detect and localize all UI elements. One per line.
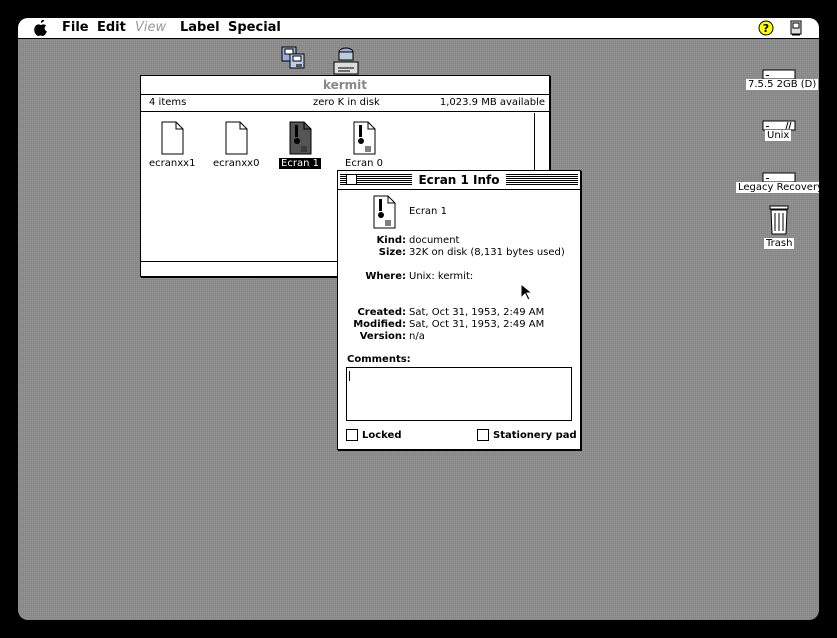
svg-text:?: ? xyxy=(763,22,769,35)
info-file-name[interactable]: Ecran 1 xyxy=(409,206,447,217)
file-icon-ecran-0[interactable]: Ecran 0 xyxy=(339,121,389,169)
document-icon xyxy=(161,121,184,155)
item-count: 4 items xyxy=(149,97,187,108)
created-label: Created: xyxy=(357,307,406,318)
mouse-pointer-icon xyxy=(520,282,534,305)
where-value: Unix: kermit: xyxy=(409,271,474,282)
kind-label: Kind: xyxy=(376,235,406,246)
locked-checkbox-box[interactable] xyxy=(346,429,358,441)
stationery-checkbox-box[interactable] xyxy=(477,429,489,441)
file-graphic-icon xyxy=(370,195,398,233)
comments-field[interactable] xyxy=(346,367,572,421)
disk1-label[interactable]: 7.5.5 2GB (D) xyxy=(746,79,819,90)
size-value: 32K on disk (8,131 bytes used) xyxy=(409,247,565,258)
file-label: Ecran 0 xyxy=(345,158,383,169)
desktop: File Edit View Label Special ? kermit 4 … xyxy=(18,18,819,620)
available-space: 1,023.9 MB available xyxy=(439,97,545,108)
text-cursor xyxy=(349,371,350,381)
modified-label: Modified: xyxy=(353,319,406,330)
menu-view[interactable]: View xyxy=(135,20,166,35)
file-label-selected: Ecran 1 xyxy=(279,158,321,169)
disk3-label[interactable]: Legacy Recovery xyxy=(736,182,819,193)
apple-menu-icon[interactable] xyxy=(34,19,48,40)
size-label: Size: xyxy=(378,247,406,258)
menu-edit[interactable]: Edit xyxy=(97,20,126,35)
file-label: ecranxx1 xyxy=(149,158,196,169)
locked-checkbox[interactable]: Locked xyxy=(346,429,402,441)
where-label: Where: xyxy=(365,271,406,282)
menu-label[interactable]: Label xyxy=(180,20,220,35)
version-label: Version: xyxy=(359,331,406,342)
document-icon xyxy=(225,121,248,155)
stationery-checkbox[interactable]: Stationery pad xyxy=(477,429,577,441)
trash-label[interactable]: Trash xyxy=(764,238,795,249)
file-label: ecranxx0 xyxy=(213,158,260,169)
file-icon-ecranxx1[interactable]: ecranxx1 xyxy=(147,121,197,169)
disk2-label[interactable]: Unix xyxy=(765,130,792,141)
modified-value: Sat, Oct 31, 1953, 2:49 AM xyxy=(409,319,545,330)
file-icon-ecranxx0[interactable]: ecranxx0 xyxy=(211,121,261,169)
disk-usage: zero K in disk xyxy=(313,97,380,108)
menu-bar: File Edit View Label Special ? xyxy=(18,18,819,39)
finder-title-bar[interactable]: kermit xyxy=(141,76,549,95)
stationery-label: Stationery pad xyxy=(493,430,577,441)
info-window-title: Ecran 1 Info xyxy=(412,173,506,187)
created-value: Sat, Oct 31, 1953, 2:49 AM xyxy=(409,307,545,318)
info-window[interactable]: Ecran 1 Info Ecran 1 Kind: document Size… xyxy=(337,170,581,450)
graphic-document-icon xyxy=(353,121,376,155)
locked-label: Locked xyxy=(362,430,402,441)
trash-icon[interactable] xyxy=(767,204,791,240)
version-value: n/a xyxy=(409,331,425,342)
application-menu-icon[interactable] xyxy=(788,20,804,36)
info-title-bar[interactable]: Ecran 1 Info xyxy=(338,171,580,190)
file-icon-ecran-1[interactable]: Ecran 1 xyxy=(275,121,325,169)
graphic-document-icon xyxy=(289,121,312,155)
kind-value: document xyxy=(409,235,460,246)
finder-window-title: kermit xyxy=(316,78,374,92)
menu-special[interactable]: Special xyxy=(228,20,281,35)
comments-label: Comments: xyxy=(347,354,411,365)
help-icon[interactable]: ? xyxy=(758,20,774,36)
finder-info-bar: 4 items zero K in disk 1,023.9 MB availa… xyxy=(141,95,549,112)
menu-file[interactable]: File xyxy=(62,20,89,35)
